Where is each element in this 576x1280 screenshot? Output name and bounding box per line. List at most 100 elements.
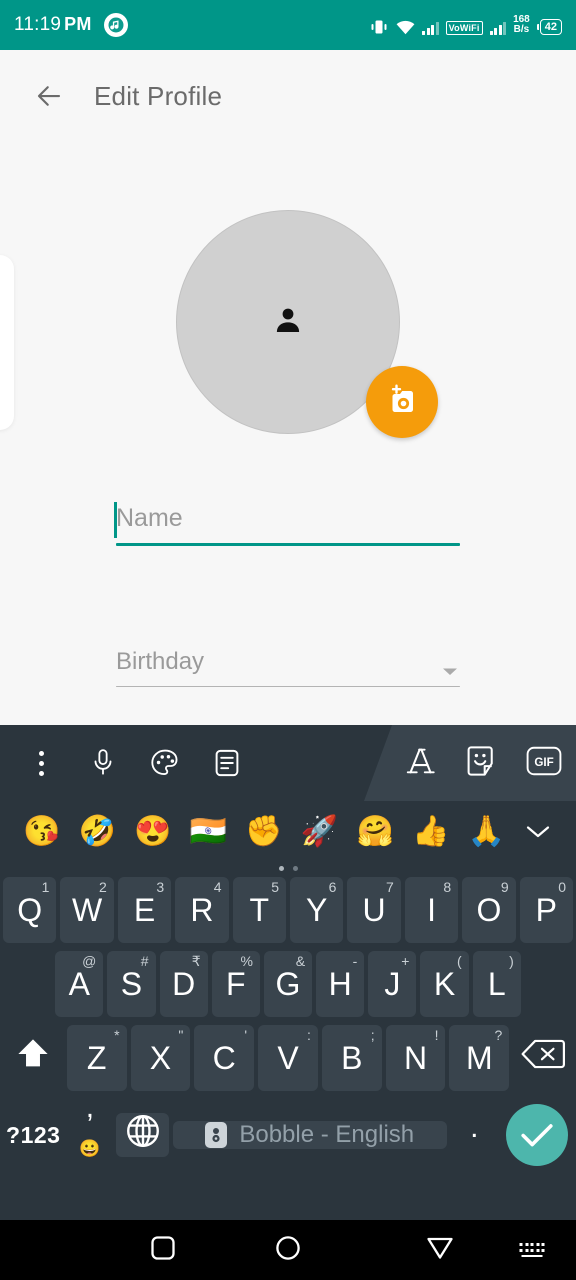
emoji-suggestion-row: 😘 🤣 😍 🇮🇳 ✊ 🚀 🤗 👍 🙏 xyxy=(0,801,576,863)
enter-key[interactable] xyxy=(502,1104,573,1166)
emoji-item[interactable]: 🙏 xyxy=(459,817,515,847)
birthday-field[interactable]: Birthday xyxy=(116,648,460,687)
key-p[interactable]: 0P xyxy=(519,877,574,943)
edit-profile-screen: Edit Profile Name Birthday xyxy=(0,50,576,725)
key-n[interactable]: ! N xyxy=(385,1025,446,1091)
space-key[interactable]: Bobble - English xyxy=(172,1121,447,1149)
sticker-icon[interactable] xyxy=(466,744,500,783)
key-label: Q xyxy=(17,891,43,928)
key-h[interactable]: -H xyxy=(316,951,365,1017)
birthday-input[interactable]: Birthday xyxy=(116,648,460,686)
key-hint: 3 xyxy=(156,879,165,895)
key-f[interactable]: % F xyxy=(211,951,260,1017)
key-y[interactable]: 6Y xyxy=(290,877,344,943)
palette-icon[interactable] xyxy=(134,748,196,778)
key-d[interactable]: ₹ D xyxy=(159,951,208,1017)
emoji-item[interactable]: 😍 xyxy=(125,817,181,847)
battery-level: 42 xyxy=(539,19,562,35)
key-label: A xyxy=(68,965,90,1002)
overflow-dots xyxy=(38,750,44,776)
key-label: Z xyxy=(86,1039,107,1076)
emoji-item[interactable]: ✊ xyxy=(236,817,292,847)
emoji-item[interactable]: 🤣 xyxy=(70,817,126,847)
name-input[interactable]: Name xyxy=(116,504,460,543)
key-t[interactable]: 5T xyxy=(232,877,286,943)
keyboard-row-4: ?123 😀 , Bobble - English . xyxy=(3,1091,573,1171)
status-bar-clock: 11:19 PM xyxy=(14,14,92,36)
signal-bars-2-icon xyxy=(489,21,507,35)
avatar-container xyxy=(176,210,438,438)
key-hint: 8 xyxy=(443,879,452,895)
comma-label: , xyxy=(85,1091,95,1124)
symbols-key[interactable]: ?123 xyxy=(3,1122,64,1149)
shift-key[interactable] xyxy=(3,1025,63,1091)
nav-recents-button[interactable] xyxy=(150,1235,176,1266)
microphone-icon[interactable] xyxy=(72,748,134,778)
profile-form: Name Birthday xyxy=(0,502,576,687)
keyboard-toolbar-left xyxy=(0,748,258,778)
emoji-item[interactable]: 🚀 xyxy=(292,817,348,847)
key-label: X xyxy=(149,1039,172,1076)
key-j[interactable]: + J xyxy=(368,951,417,1017)
clipboard-icon[interactable] xyxy=(196,748,258,778)
vibrate-icon xyxy=(369,19,389,35)
key-label: I xyxy=(427,891,436,928)
key-e[interactable]: 3E xyxy=(117,877,172,943)
key-hint: & xyxy=(295,953,306,969)
key-w[interactable]: 2W xyxy=(60,877,114,943)
emoji-item[interactable]: 😘 xyxy=(14,817,70,847)
language-switch-key[interactable] xyxy=(116,1113,169,1157)
key-q[interactable]: 1Q xyxy=(2,877,57,943)
key-l[interactable]: ) L xyxy=(472,951,521,1017)
key-hint: 7 xyxy=(386,879,394,895)
gif-icon[interactable]: GIF xyxy=(526,746,562,781)
key-label: N xyxy=(404,1039,428,1076)
key-hint: ) xyxy=(509,953,514,969)
emoji-item[interactable]: 🤗 xyxy=(347,817,403,847)
key-u[interactable]: 7U xyxy=(347,877,401,943)
key-label: B xyxy=(341,1039,363,1076)
key-v[interactable]: :V xyxy=(258,1025,318,1091)
wifi-icon xyxy=(396,20,415,35)
status-bar-left: 11:19 PM xyxy=(14,13,128,37)
nav-back-button[interactable] xyxy=(426,1235,454,1266)
key-i[interactable]: 8I xyxy=(404,877,459,943)
key-label: T xyxy=(249,891,270,928)
key-m[interactable]: ? M xyxy=(449,1025,510,1091)
key-k[interactable]: (K xyxy=(420,951,469,1017)
overflow-menu-icon[interactable] xyxy=(10,750,72,776)
emoji-item[interactable]: 👍 xyxy=(403,817,459,847)
key-c[interactable]: ' C xyxy=(194,1025,255,1091)
nav-home-button[interactable] xyxy=(275,1235,301,1266)
person-icon xyxy=(270,302,306,343)
period-key[interactable]: . xyxy=(451,1111,498,1159)
key-label: J xyxy=(384,965,401,1002)
chevron-down-icon[interactable] xyxy=(442,664,458,682)
key-hint: % xyxy=(240,953,253,969)
key-o[interactable]: 9O xyxy=(462,877,516,943)
nav-hide-keyboard-button[interactable] xyxy=(519,1243,545,1257)
key-a[interactable]: @ A xyxy=(55,951,104,1017)
key-hint: ; xyxy=(370,1027,375,1043)
key-x[interactable]: " X xyxy=(130,1025,191,1091)
notification-app-icon xyxy=(103,13,128,37)
key-hint: ( xyxy=(456,953,462,969)
backspace-key[interactable] xyxy=(513,1025,573,1091)
name-field[interactable]: Name xyxy=(114,502,460,546)
key-z[interactable]: * Z xyxy=(66,1025,127,1091)
back-arrow-icon[interactable] xyxy=(34,81,64,111)
add-photo-camera-icon[interactable] xyxy=(366,366,438,438)
key-s[interactable]: # S xyxy=(107,951,156,1017)
key-label: O xyxy=(476,891,502,928)
key-g[interactable]: & G xyxy=(263,951,313,1017)
emoji-item[interactable]: 🇮🇳 xyxy=(181,817,237,847)
key-hint: ! xyxy=(434,1027,439,1043)
key-b[interactable]: ; B xyxy=(321,1025,382,1091)
virtual-keyboard: GIF 😘 🤣 😍 🇮🇳 ✊ 🚀 🤗 👍 🙏 1Q 2W 3E 4R 5 T 6… xyxy=(0,725,576,1220)
signal-bars-icon xyxy=(422,21,439,35)
circle-home-icon xyxy=(275,1235,301,1266)
chevron-down-icon[interactable] xyxy=(514,825,562,839)
key-r[interactable]: 4R xyxy=(175,877,229,943)
font-style-icon[interactable] xyxy=(406,744,440,783)
key-hint: : xyxy=(307,1027,311,1043)
